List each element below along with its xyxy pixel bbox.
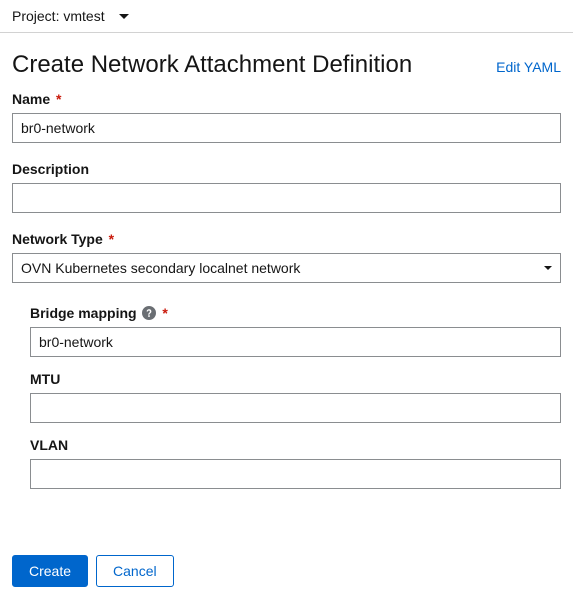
form-body: Name * Description Network Type * OVN Ku… bbox=[0, 91, 573, 515]
bridge-mapping-group: Bridge mapping * bbox=[30, 305, 561, 357]
bridge-mapping-input[interactable] bbox=[30, 327, 561, 357]
edit-yaml-link[interactable]: Edit YAML bbox=[496, 59, 561, 75]
required-asterisk: * bbox=[109, 231, 114, 247]
create-button[interactable]: Create bbox=[12, 555, 88, 587]
bridge-mapping-label: Bridge mapping * bbox=[30, 305, 561, 321]
network-type-select-display[interactable]: OVN Kubernetes secondary localnet networ… bbox=[12, 253, 561, 283]
mtu-input[interactable] bbox=[30, 393, 561, 423]
network-type-value: OVN Kubernetes secondary localnet networ… bbox=[21, 260, 300, 276]
required-asterisk: * bbox=[56, 91, 61, 107]
cancel-button[interactable]: Cancel bbox=[96, 555, 174, 587]
vlan-group: VLAN bbox=[30, 437, 561, 489]
caret-down-icon[interactable] bbox=[119, 14, 129, 19]
help-icon[interactable] bbox=[142, 306, 156, 320]
name-label: Name * bbox=[12, 91, 561, 107]
description-label: Description bbox=[12, 161, 561, 177]
name-group: Name * bbox=[12, 91, 561, 143]
description-group: Description bbox=[12, 161, 561, 213]
mtu-label: MTU bbox=[30, 371, 561, 387]
required-asterisk: * bbox=[162, 305, 167, 321]
description-input[interactable] bbox=[12, 183, 561, 213]
network-type-subsection: Bridge mapping * MTU VLAN bbox=[12, 305, 561, 489]
footer-actions: Create Cancel bbox=[0, 515, 573, 605]
network-type-group: Network Type * OVN Kubernetes secondary … bbox=[12, 231, 561, 283]
vlan-input[interactable] bbox=[30, 459, 561, 489]
caret-down-icon bbox=[544, 266, 552, 270]
name-input[interactable] bbox=[12, 113, 561, 143]
network-type-label: Network Type * bbox=[12, 231, 561, 247]
name-label-text: Name bbox=[12, 91, 50, 107]
network-type-label-text: Network Type bbox=[12, 231, 103, 247]
page-header: Create Network Attachment Definition Edi… bbox=[0, 33, 573, 91]
project-bar: Project: vmtest bbox=[0, 0, 573, 33]
project-selector-label[interactable]: Project: vmtest bbox=[12, 8, 105, 24]
mtu-group: MTU bbox=[30, 371, 561, 423]
network-type-select[interactable]: OVN Kubernetes secondary localnet networ… bbox=[12, 253, 561, 283]
bridge-mapping-label-text: Bridge mapping bbox=[30, 305, 137, 321]
vlan-label: VLAN bbox=[30, 437, 561, 453]
page-title: Create Network Attachment Definition bbox=[12, 51, 412, 79]
